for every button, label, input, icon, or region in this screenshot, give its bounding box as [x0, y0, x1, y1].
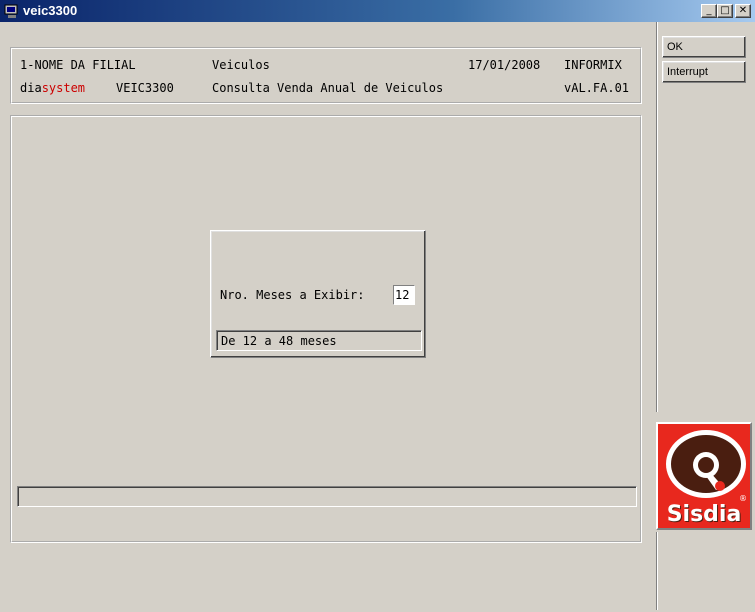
program-code: VEIC3300	[116, 81, 174, 95]
program-version: vAL.FA.01	[564, 81, 630, 95]
app-window-icon	[4, 4, 18, 18]
close-icon: ✕	[738, 5, 748, 16]
side-separator-upper	[656, 22, 658, 412]
side-separator-lower	[656, 532, 658, 610]
sisdia-logo-text: Sisdia	[666, 502, 742, 527]
header-panel	[10, 47, 642, 104]
close-button[interactable]: ✕	[735, 4, 751, 18]
sisdia-logo: Sisdia ®	[656, 422, 752, 530]
current-date: 17/01/2008	[468, 58, 541, 72]
ok-button[interactable]: OK	[662, 36, 746, 58]
window-title: veic3300	[23, 3, 78, 18]
branch-name: 1-NOME DA FILIAL	[20, 58, 136, 72]
brand-name: diasystem	[20, 81, 85, 95]
months-label: Nro. Meses a Exibir:	[220, 288, 365, 302]
module-name: Veiculos	[212, 58, 270, 72]
minimize-button[interactable]: _	[701, 4, 717, 18]
maximize-icon: □	[720, 5, 730, 16]
registered-icon: ®	[739, 494, 747, 503]
hint-text: De 12 a 48 meses	[221, 334, 337, 348]
months-input[interactable]	[393, 285, 415, 305]
brand-prefix: dia	[20, 81, 42, 95]
status-bar	[17, 486, 637, 507]
brand-suffix: system	[41, 81, 86, 95]
interrupt-button[interactable]: Interrupt	[662, 61, 746, 83]
program-description: Consulta Venda Anual de Veiculos	[212, 81, 444, 95]
maximize-button[interactable]: □	[717, 4, 733, 18]
minimize-icon: _	[706, 5, 712, 16]
title-bar	[0, 0, 755, 22]
sisdia-logo-icon	[666, 430, 746, 498]
database-name: INFORMIX	[564, 58, 622, 72]
